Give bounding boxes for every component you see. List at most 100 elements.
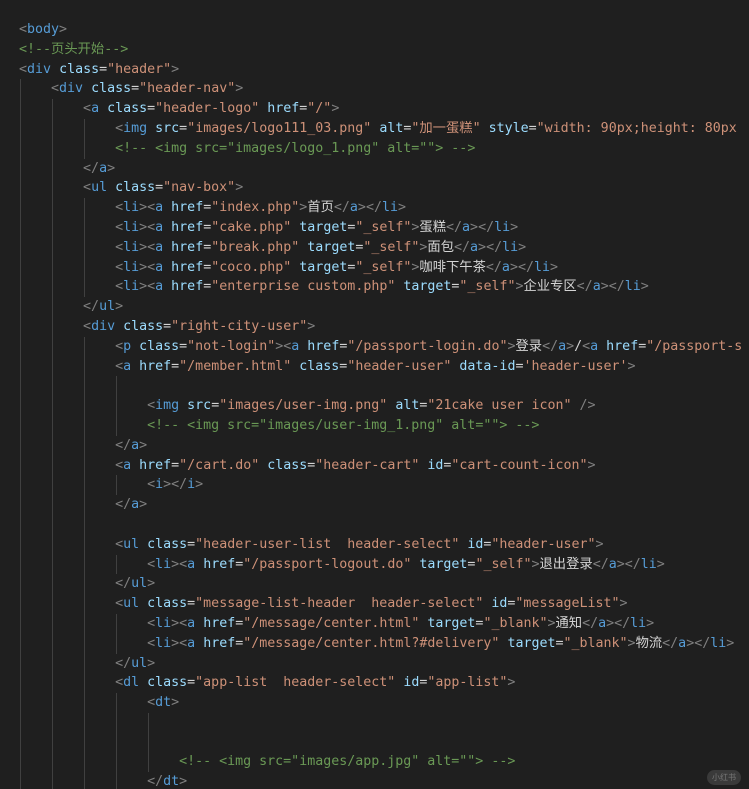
tag-name: i [155, 477, 164, 493]
tag-bracket: < [147, 398, 156, 414]
code-line[interactable]: <div class="header"> [0, 60, 749, 80]
code-line[interactable]: <a href="/member.html" class="header-use… [0, 356, 749, 377]
code-line[interactable] [0, 712, 749, 733]
tag-bracket: > [646, 615, 655, 631]
code-line[interactable]: <ul class="header-user-list header-selec… [0, 534, 749, 555]
indent-guide [52, 138, 53, 159]
indentation [19, 596, 115, 611]
tag-name: li [155, 635, 172, 651]
attribute-name: href [203, 556, 236, 572]
code-line[interactable]: </a> [0, 158, 749, 179]
indent-guide [52, 574, 53, 595]
tag-name: a [155, 239, 164, 255]
code-line[interactable]: <!-- <img src="images/user-img_1.png" al… [0, 415, 749, 436]
tag-bracket: > [139, 437, 148, 453]
tag-name: div [59, 81, 84, 97]
code-line[interactable]: <!--页头开始--> [0, 40, 749, 60]
text [572, 398, 580, 413]
code-line[interactable]: <!-- <img src="images/logo_1.png" alt=""… [0, 138, 749, 159]
indent-guide [20, 277, 21, 298]
code-editor[interactable]: <body> <!--页头开始--> <div class="header"> <d… [0, 20, 749, 789]
code-line[interactable]: <!-- <img src="images/app.jpg" alt=""> -… [0, 752, 749, 773]
tag-name: li [502, 239, 519, 255]
code-line[interactable] [0, 514, 749, 535]
code-line[interactable]: </a> [0, 435, 749, 456]
code-line[interactable]: <li><a href="coco.php" target="_self">咖啡… [0, 257, 749, 278]
code-line[interactable]: <li><a href="/passport-logout.do" target… [0, 554, 749, 575]
code-line[interactable]: <ul class="nav-box"> [0, 178, 749, 199]
code-line[interactable]: </dt> [0, 772, 749, 789]
indent-guide [84, 138, 85, 159]
code-line[interactable]: <div class="right-city-user"> [0, 316, 749, 337]
code-line[interactable]: <li><a href="index.php">首页</a></li> [0, 198, 749, 218]
attribute-value: "width: 90px;height: 80px [536, 120, 737, 136]
tag-bracket: < [51, 81, 60, 97]
tag-bracket: < [147, 556, 156, 572]
tag-bracket: > [107, 160, 116, 176]
tag-name: a [558, 338, 567, 354]
code-line[interactable]: <div class="header-nav"> [0, 79, 749, 100]
indent-guide [84, 257, 85, 278]
code-line[interactable]: <img src="images/logo111_03.png" alt="加一… [0, 118, 749, 139]
code-line[interactable]: <img src="images/user-img.png" alt="21ca… [0, 396, 749, 416]
attribute-value: "app-list" [427, 675, 508, 691]
text [147, 121, 155, 136]
indentation [19, 279, 115, 294]
code-line[interactable]: </ul> [0, 297, 749, 317]
tag-bracket: </ [582, 615, 599, 631]
code-line[interactable]: <li><a href="/message/center.html?#deliv… [0, 633, 749, 654]
equals-sign: = [555, 635, 564, 651]
attribute-name: class [59, 61, 100, 77]
tag-name: a [349, 200, 358, 216]
indent-guide [52, 257, 53, 278]
code-line[interactable]: <ul class="message-list-header header-se… [0, 594, 749, 614]
indent-guide [52, 495, 53, 515]
attribute-name: class [115, 180, 156, 196]
code-line[interactable]: <a href="/cart.do" class="header-cart" i… [0, 455, 749, 476]
tag-name: dt [155, 695, 172, 711]
tag-bracket: > [179, 774, 188, 789]
indentation [19, 576, 115, 591]
code-line[interactable]: <body> [0, 20, 749, 40]
code-line[interactable]: </a> [0, 495, 749, 515]
indent-guide [20, 178, 21, 199]
tag-bracket: < [83, 318, 92, 334]
tag-name: li [123, 200, 140, 216]
tag-bracket: </ [333, 200, 350, 216]
code-line[interactable]: <li><a href="/message/center.html" targe… [0, 613, 749, 634]
tag-name: a [123, 358, 132, 374]
tag-bracket: </ [624, 556, 641, 572]
code-line[interactable]: </ul> [0, 574, 749, 595]
code-line[interactable]: <li><a href="enterprise custom.php" targ… [0, 277, 749, 298]
indent-guide [20, 198, 21, 218]
attribute-name: href [267, 101, 300, 117]
tag-name: p [123, 338, 132, 354]
indent-guide [84, 198, 85, 218]
tag-bracket: < [147, 477, 156, 493]
indentation [19, 121, 115, 136]
code-line[interactable] [0, 732, 749, 753]
code-line[interactable]: <i></i> [0, 475, 749, 496]
code-line[interactable]: <li><a href="cake.php" target="_self">蛋糕… [0, 217, 749, 238]
code-line[interactable]: <p class="not-login"><a href="/passport-… [0, 336, 749, 357]
text [163, 200, 171, 215]
indent-guide [20, 732, 21, 753]
code-line[interactable]: </ul> [0, 653, 749, 674]
indent-guide [52, 118, 53, 139]
code-line[interactable]: <li><a href="break.php" target="_self">面… [0, 237, 749, 258]
indent-guide [52, 316, 53, 337]
code-line[interactable]: <a class="header-logo" href="/"> [0, 99, 749, 119]
text [598, 339, 606, 354]
tag-bracket: </ [115, 437, 132, 453]
indent-guide [84, 752, 85, 773]
tag-bracket: < [147, 200, 156, 216]
indent-guide [52, 99, 53, 119]
indent-guide [20, 138, 21, 159]
code-line[interactable]: <dt> [0, 693, 749, 713]
code-line[interactable]: <dl class="app-list header-select" id="a… [0, 673, 749, 694]
tag-bracket: < [147, 695, 156, 711]
indent-guide [84, 712, 85, 733]
code-line[interactable] [0, 376, 749, 397]
indent-guide [20, 297, 21, 317]
attribute-name: alt [379, 120, 404, 136]
